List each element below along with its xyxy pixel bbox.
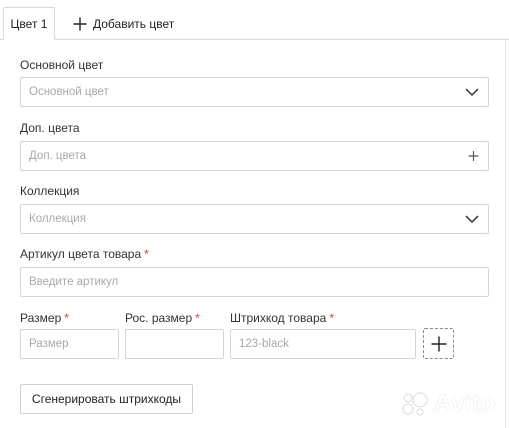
tab-bar: Цвет 1 Добавить цвет xyxy=(0,0,509,40)
collection-label: Коллекция xyxy=(20,184,80,198)
plus-icon[interactable] xyxy=(468,151,479,162)
tab-color-1[interactable]: Цвет 1 xyxy=(3,7,55,40)
required-mark: * xyxy=(64,311,69,325)
plus-icon xyxy=(431,336,446,351)
barcode-input[interactable]: 123-black xyxy=(230,329,416,359)
add-size-row-button[interactable] xyxy=(423,328,454,359)
extra-colors-placeholder: Доп. цвета xyxy=(29,150,87,162)
plus-icon xyxy=(73,17,87,31)
collection-placeholder: Коллекция xyxy=(29,213,86,225)
ru-size-input[interactable] xyxy=(125,329,224,359)
extra-colors-label: Доп. цвета xyxy=(20,121,80,135)
main-color-placeholder: Основной цвет xyxy=(29,86,109,98)
collection-select[interactable]: Коллекция xyxy=(20,204,489,234)
generate-barcodes-label: Сгенерировать штрихкоды xyxy=(31,392,182,406)
size-placeholder: Размер xyxy=(29,338,69,350)
extra-colors-input[interactable]: Доп. цвета xyxy=(20,141,489,171)
size-label: Размер * xyxy=(20,311,69,325)
chevron-down-icon xyxy=(465,88,479,96)
article-input[interactable]: Введите артикул xyxy=(20,267,489,297)
required-mark: * xyxy=(329,311,334,325)
avito-logo-icon xyxy=(402,392,428,416)
barcode-label: Штрихкод товара * xyxy=(230,311,334,325)
article-label: Артикул цвета товара * xyxy=(20,247,149,261)
watermark-text: Avito xyxy=(434,390,496,417)
add-color-label: Добавить цвет xyxy=(93,17,175,31)
chevron-down-icon xyxy=(465,215,479,223)
required-mark: * xyxy=(144,247,149,261)
ru-size-label: Рос. размер * xyxy=(125,311,200,325)
size-input[interactable]: Размер xyxy=(20,329,119,359)
avito-watermark: Avito xyxy=(400,390,496,418)
article-placeholder: Введите артикул xyxy=(29,276,119,288)
tab-color-1-label: Цвет 1 xyxy=(10,16,48,31)
barcode-placeholder: 123-black xyxy=(239,338,289,350)
main-color-label: Основной цвет xyxy=(20,58,104,72)
generate-barcodes-button[interactable]: Сгенерировать штрихкоды xyxy=(20,384,193,414)
required-mark: * xyxy=(195,311,200,325)
main-color-select[interactable]: Основной цвет xyxy=(20,77,489,107)
add-color-tab[interactable]: Добавить цвет xyxy=(73,14,174,34)
